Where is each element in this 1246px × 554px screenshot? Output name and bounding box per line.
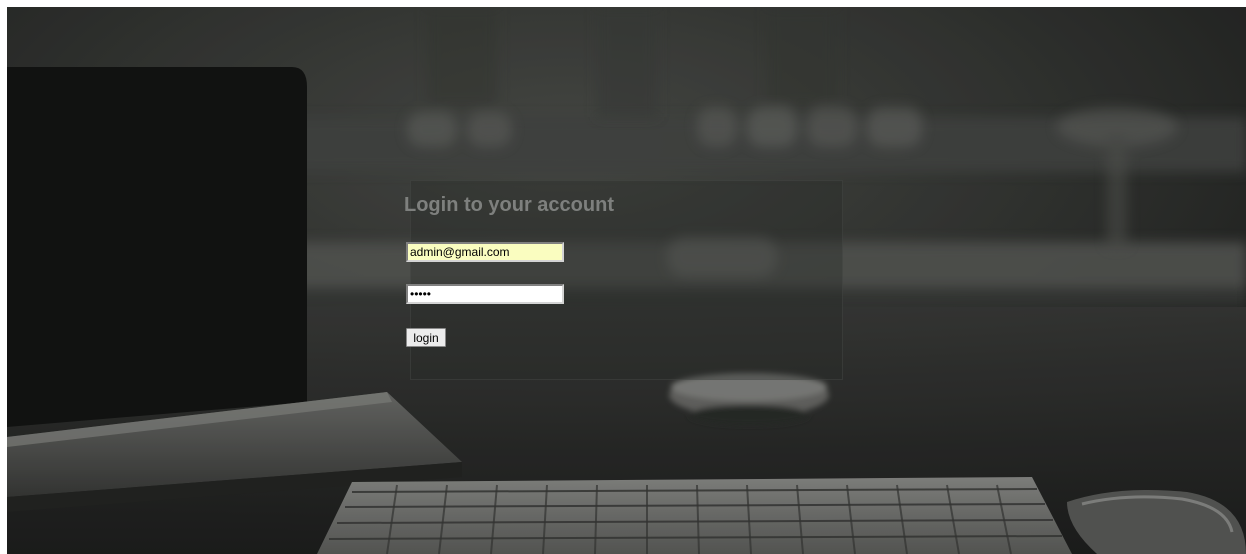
login-page	[7, 7, 1246, 554]
login-title: Login to your account	[404, 194, 614, 216]
login-button[interactable]: login	[406, 328, 446, 347]
email-field[interactable]	[406, 242, 564, 262]
password-field[interactable]	[406, 284, 564, 304]
